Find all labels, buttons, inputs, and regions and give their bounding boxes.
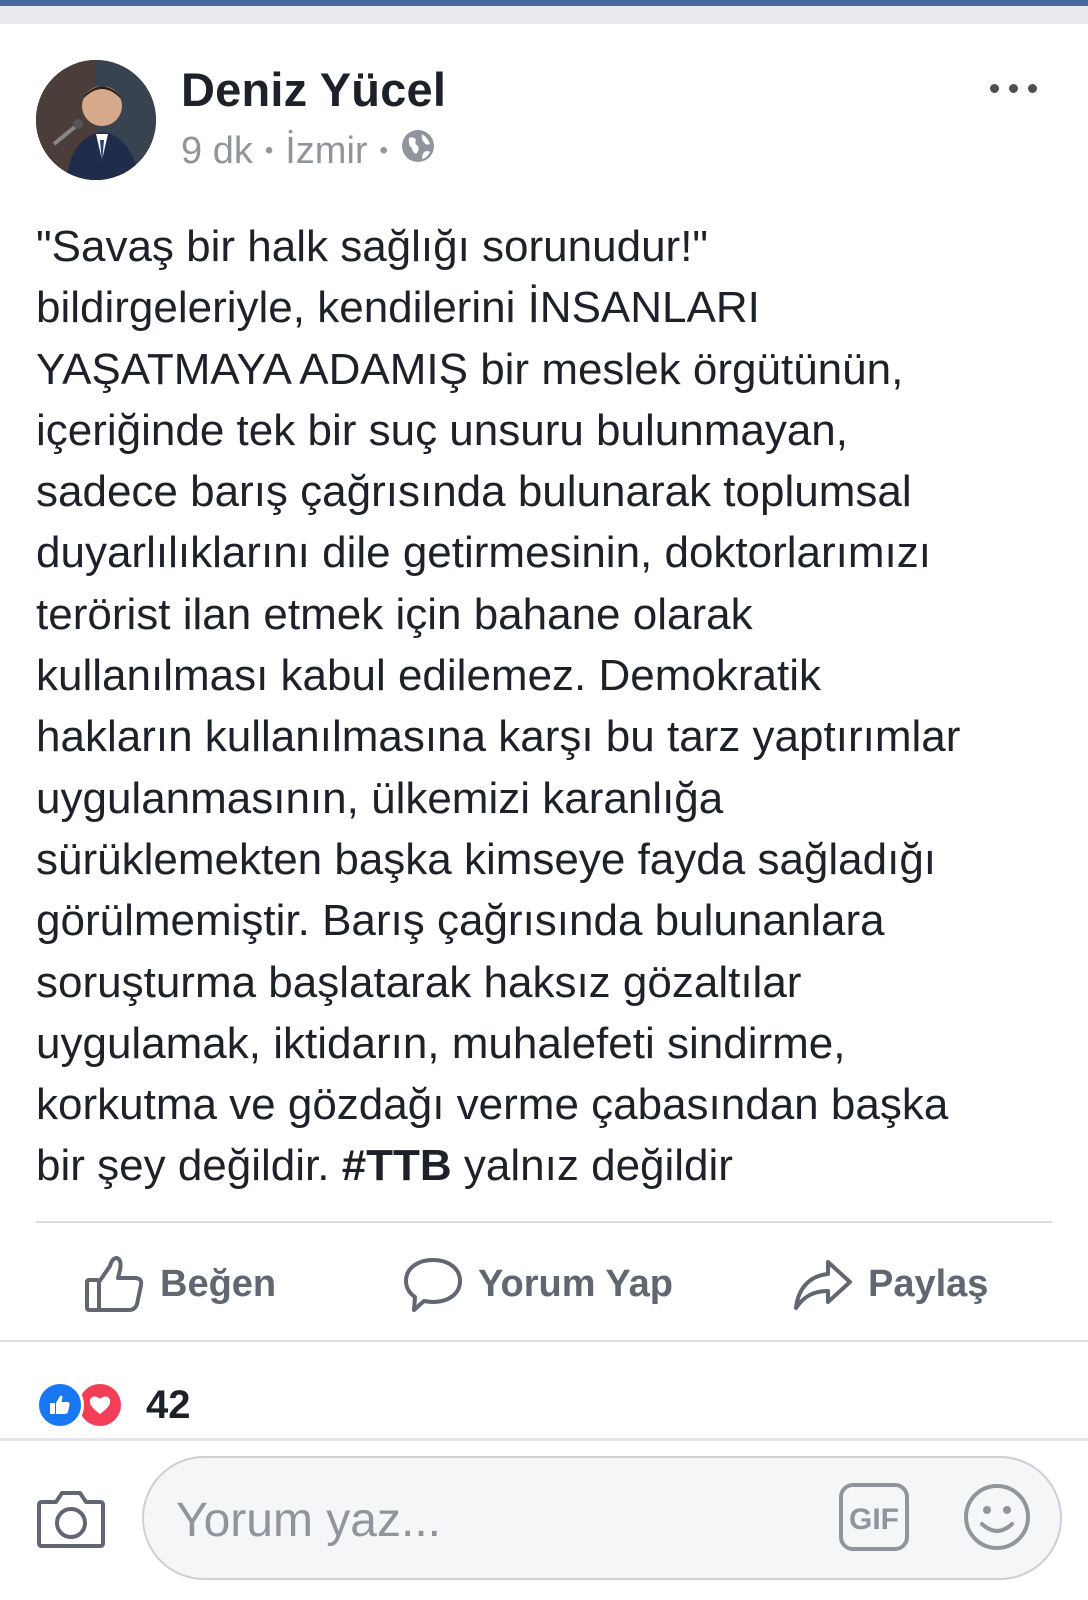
gif-label: GIF [849,1503,899,1536]
post-line: sürüklemekten başka kimseye fayda sağlad… [36,834,937,884]
post-line: YAŞATMAYA ADAMIŞ bir meslek örgütünün, [36,344,904,394]
post-line: uygulamak, iktidarın, muhalefeti sindirm… [36,1018,846,1068]
comment-bubble-icon [402,1254,464,1314]
like-reaction-icon [36,1381,84,1429]
like-button[interactable]: Beğen [84,1248,276,1320]
post-line-last: bir şey değildir. #TTB yalnız değildir [36,1135,1066,1196]
meta-separator: • [379,137,388,164]
post-location[interactable]: İzmir [285,130,367,173]
more-dot-icon [1027,83,1037,93]
comment-label: Yorum Yap [478,1262,673,1305]
divider [36,1221,1052,1223]
thumbs-up-icon [84,1254,146,1314]
comment-input[interactable] [174,1486,778,1554]
emoji-icon[interactable] [962,1482,1032,1557]
more-dot-icon [989,83,999,93]
post-line: duyarlılıklarını dile getirmesinin, dokt… [36,528,931,578]
post-line: terörist ilan etmek için bahane olarak [36,589,753,639]
like-label: Beğen [160,1262,277,1305]
divider [0,1340,1088,1342]
meta-separator: • [264,137,274,164]
post-body: "Savaş bir halk sağlığı sorunudur!" bild… [36,216,1066,1197]
share-label: Paylaş [868,1262,989,1305]
author-avatar[interactable] [36,60,156,180]
feed-separator [0,6,1088,24]
reaction-count: 42 [146,1382,191,1427]
comment-field-container[interactable] [142,1456,1062,1580]
post-actions-bar: Beğen Yorum Yap Paylaş [0,1228,1088,1340]
post-line: hakların kullanılmasına karşı bu tarz ya… [36,712,961,762]
post-line: "Savaş bir halk sağlığı sorunudur!" [36,222,709,271]
hashtag-link[interactable]: #TTB [342,1141,452,1190]
share-arrow-icon [792,1254,854,1314]
more-options-button[interactable] [978,70,1048,106]
post-meta: 9 dk • İzmir • [181,128,436,174]
share-button[interactable]: Paylaş [792,1248,988,1320]
post-text-fragment: yalnız değildir [451,1141,733,1191]
author-name[interactable]: Deniz Yücel [181,62,446,117]
globe-icon [400,128,436,174]
reactions-summary[interactable]: 42 [36,1380,191,1430]
post-line: görülmemiştir. Barış çağrısında bulunanl… [36,896,885,946]
gif-button[interactable]: GIF [838,1482,910,1557]
post-line: bildirgeleriyle, kendilerini İNSANLARI [36,283,760,333]
camera-icon[interactable] [36,1488,106,1555]
comment-button[interactable]: Yorum Yap [402,1248,673,1320]
post-line: sadece barış çağrısında bulunarak toplum… [36,467,912,517]
post-line: soruşturma başlatarak haksız gözaltılar [36,957,802,1007]
post-line: kullanılması kabul edilemez. Demokratik [36,651,821,701]
post-line: korkutma ve gözdağı verme çabasından baş… [36,1080,949,1130]
more-dot-icon [1008,83,1018,93]
post-text-fragment: bir şey değildir. [36,1141,342,1191]
post-time[interactable]: 9 dk [181,130,253,173]
post-line: içeriğinde tek bir suç unsuru bulunmayan… [36,405,849,455]
post-line: uygulanmasının, ülkemizi karanlığa [36,773,724,823]
